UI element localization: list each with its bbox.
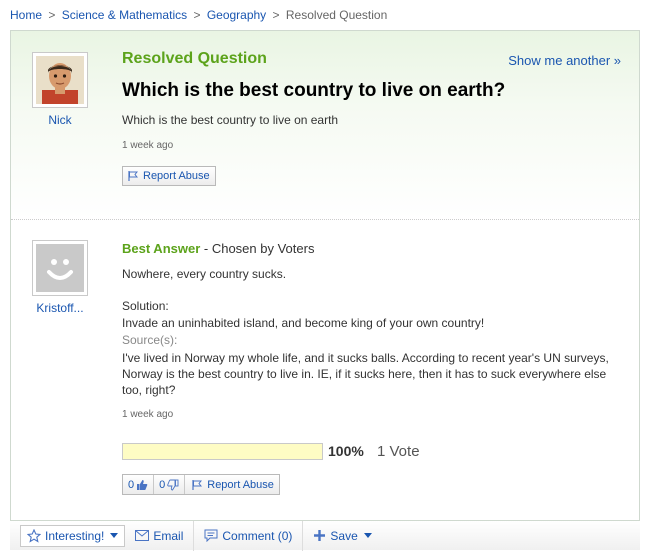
save-button[interactable]: Save (303, 521, 381, 551)
flag-icon (192, 479, 203, 490)
question-body: Which is the best country to live on ear… (122, 113, 339, 127)
answerer-name[interactable]: Kristoff... (25, 301, 95, 315)
interesting-button[interactable]: Interesting! (20, 524, 126, 547)
answer-text: Nowhere, every country sucks. (122, 267, 287, 281)
default-avatar-icon (36, 244, 84, 292)
thumbs-up-button[interactable]: 0 (123, 475, 155, 494)
question-section: Nick Resolved Question Show me another »… (11, 31, 639, 219)
chosen-by-label: - Chosen by Voters (200, 241, 315, 256)
breadcrumb-home[interactable]: Home (10, 8, 42, 22)
answer-timestamp: 1 week ago (122, 409, 174, 420)
breadcrumb-separator: > (272, 8, 280, 22)
question-timestamp: 1 week ago (122, 140, 174, 151)
envelope-icon (135, 530, 150, 541)
question-panel: Nick Resolved Question Show me another »… (10, 30, 640, 550)
breadcrumb-geography[interactable]: Geography (207, 8, 266, 22)
comment-button[interactable]: Comment (0) (194, 520, 304, 551)
best-answer-heading: Best Answer - Chosen by Voters (122, 241, 314, 256)
interesting-label: Interesting! (45, 528, 105, 543)
thumbs-down-count: 0 (159, 478, 166, 491)
sources-text: I've lived in Norway my whole life, and … (122, 351, 609, 397)
report-abuse-label: Report Abuse (143, 170, 210, 182)
question-title: Which is the best country to live on ear… (122, 80, 506, 101)
comment-label: Comment (0) (222, 528, 293, 543)
action-toolbar: Interesting! Email Comment (0) Save (10, 520, 640, 551)
asker-avatar-image (36, 56, 84, 104)
vote-progress-fill (123, 444, 322, 459)
solution-text: Invade an uninhabited island, and become… (122, 316, 485, 330)
vote-progress-bar (122, 443, 323, 460)
asker-name[interactable]: Nick (25, 113, 95, 127)
sources-label: Source(s): (122, 333, 178, 347)
asker-avatar[interactable] (32, 52, 88, 108)
email-button[interactable]: Email (125, 520, 195, 551)
section-divider (11, 219, 639, 220)
comment-icon (204, 529, 218, 542)
breadcrumb-separator: > (48, 8, 56, 22)
breadcrumb-current: Resolved Question (285, 8, 388, 22)
question-report-abuse-button[interactable]: Report Abuse (122, 166, 216, 186)
solution-label: Solution: (122, 299, 169, 313)
best-answer-label: Best Answer (122, 241, 201, 256)
vote-percent: 100% (328, 443, 364, 459)
report-abuse-label: Report Abuse (207, 478, 274, 491)
thumbs-up-icon (137, 479, 148, 490)
breadcrumb-separator: > (193, 8, 201, 22)
plus-icon (314, 530, 326, 541)
breadcrumb: Home > Science & Mathematics > Geography… (10, 8, 387, 22)
answer-report-abuse-button[interactable]: Report Abuse (185, 475, 279, 494)
vote-count: 1 Vote (377, 443, 420, 460)
thumbs-down-button[interactable]: 0 (154, 475, 186, 494)
question-status: Resolved Question (122, 50, 267, 67)
caret-down-icon (363, 533, 372, 538)
caret-down-icon (110, 533, 119, 538)
show-another-link[interactable]: Show me another » (508, 53, 621, 68)
breadcrumb-science-math[interactable]: Science & Mathematics (62, 8, 187, 22)
answerer-avatar[interactable] (32, 240, 88, 296)
flag-icon (128, 171, 138, 181)
save-label: Save (330, 528, 358, 543)
email-label: Email (153, 528, 184, 543)
star-icon (27, 528, 41, 543)
thumbs-up-count: 0 (128, 478, 135, 491)
thumbs-down-icon (167, 479, 179, 490)
rating-buttons: 0 0 Report Abuse (122, 474, 280, 495)
